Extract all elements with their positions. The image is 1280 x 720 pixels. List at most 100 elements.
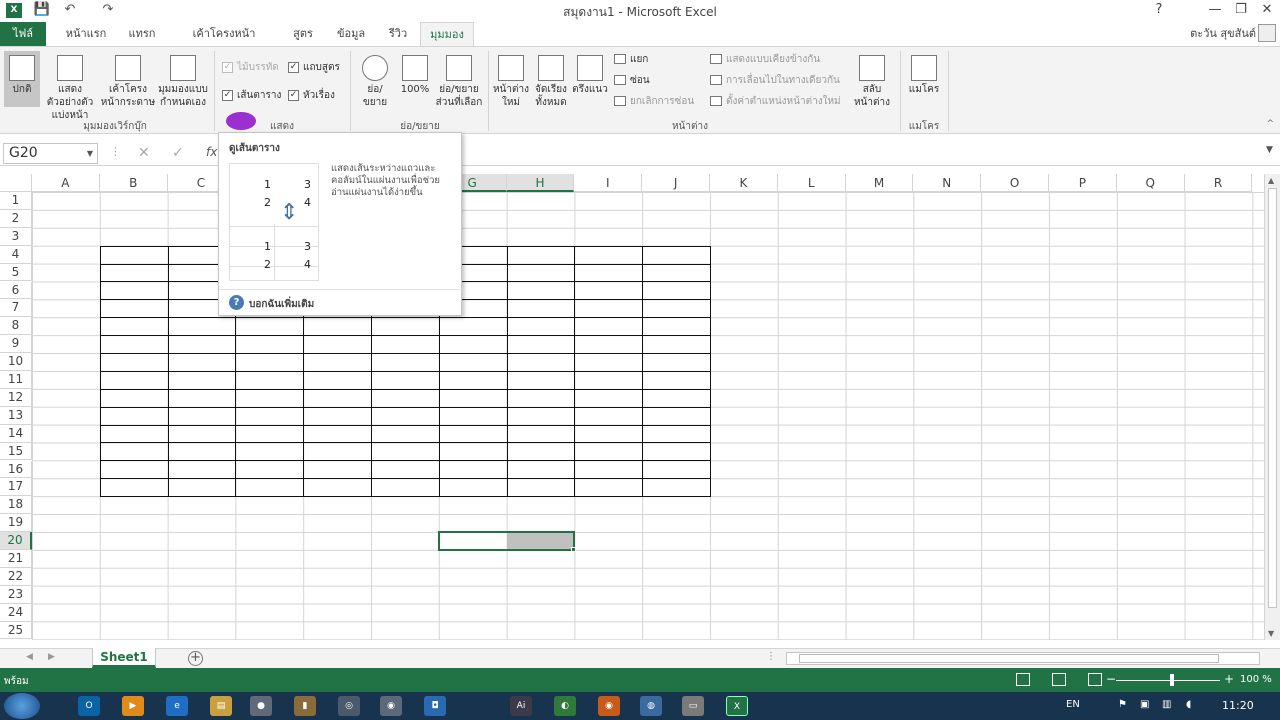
column-header[interactable]: M — [845, 174, 914, 192]
table-cell[interactable] — [642, 388, 711, 408]
row-header[interactable]: 1 — [0, 192, 32, 210]
table-cell[interactable] — [235, 317, 305, 337]
table-cell[interactable] — [506, 317, 576, 337]
page-break-preview-button[interactable]: แสดงตัวอย่างตัวแบ่งหน้า — [42, 51, 98, 122]
add-sheet-icon[interactable]: + — [188, 651, 203, 666]
table-cell[interactable] — [99, 281, 169, 301]
table-cell[interactable] — [642, 370, 711, 390]
table-cell[interactable] — [99, 406, 169, 426]
table-cell[interactable] — [574, 406, 644, 426]
table-cell[interactable] — [574, 388, 644, 408]
split-button[interactable]: แยก — [614, 53, 648, 67]
table-cell[interactable] — [370, 370, 440, 390]
table-cell[interactable] — [574, 370, 644, 390]
table-cell[interactable] — [370, 478, 440, 498]
table-cell[interactable] — [370, 442, 440, 462]
table-cell[interactable] — [438, 388, 508, 408]
tab-view[interactable]: มุมมอง — [420, 22, 474, 47]
table-cell[interactable] — [370, 388, 440, 408]
chrome-icon[interactable]: ● — [250, 696, 272, 716]
column-header[interactable]: Q — [1116, 174, 1185, 192]
table-cell[interactable] — [167, 335, 237, 355]
column-header[interactable]: P — [1049, 174, 1117, 192]
column-header[interactable]: B — [99, 174, 168, 192]
table-cell[interactable] — [574, 245, 644, 265]
app-icon[interactable]: ◍ — [640, 696, 662, 716]
table-cell[interactable] — [235, 460, 305, 480]
cancel-icon[interactable]: ✕ — [138, 145, 150, 161]
vertical-scrollbar[interactable]: ▲ ▼ — [1264, 174, 1280, 640]
table-cell[interactable] — [438, 353, 508, 372]
column-header[interactable]: A — [32, 174, 100, 192]
app-icon[interactable]: ◉ — [380, 696, 402, 716]
table-cell[interactable] — [438, 370, 508, 390]
table-cell[interactable] — [99, 388, 169, 408]
row-header[interactable]: 3 — [0, 227, 32, 246]
table-cell[interactable] — [370, 460, 440, 480]
tab-file[interactable]: ไฟล์ — [0, 22, 46, 46]
table-cell[interactable] — [303, 335, 372, 355]
table-cell[interactable] — [506, 406, 576, 426]
table-cell[interactable] — [303, 460, 372, 480]
app-icon[interactable]: ◘ — [424, 696, 446, 716]
table-cell[interactable] — [370, 406, 440, 426]
volume-icon[interactable]: ◖ — [1186, 699, 1191, 710]
row-header[interactable]: 5 — [0, 263, 32, 282]
zoom-to-selection-button[interactable]: ย่อ/ขยายส่วนที่เลือก — [434, 51, 484, 109]
row-header[interactable]: 8 — [0, 317, 32, 336]
firefox-icon[interactable]: ◉ — [598, 696, 620, 716]
new-window-button[interactable]: หน้าต่างใหม่ — [492, 51, 530, 109]
row-header[interactable]: 19 — [0, 514, 32, 533]
illustrator-icon[interactable]: Ai — [510, 696, 532, 716]
table-cell[interactable] — [506, 370, 576, 390]
zoom-level[interactable]: 100 % — [1240, 674, 1272, 685]
table-cell[interactable] — [167, 478, 237, 498]
zoom-100-button[interactable]: 100% — [396, 51, 434, 96]
row-header[interactable]: 7 — [0, 299, 32, 318]
table-cell[interactable] — [574, 335, 644, 355]
table-cell[interactable] — [642, 442, 711, 462]
table-cell[interactable] — [235, 353, 305, 372]
help-icon[interactable]: ? — [229, 295, 244, 310]
language-indicator[interactable]: EN — [1066, 699, 1080, 710]
table-cell[interactable] — [99, 353, 169, 372]
column-header[interactable]: K — [710, 174, 778, 192]
table-cell[interactable] — [438, 424, 508, 444]
enter-icon[interactable]: ✓ — [172, 145, 184, 161]
table-cell[interactable] — [303, 442, 372, 462]
horizontal-scroll-thumb[interactable] — [799, 654, 1219, 663]
formula-options-icon[interactable]: ⋮ — [110, 145, 121, 158]
table-cell[interactable] — [574, 442, 644, 462]
macros-button[interactable]: แมโคร — [906, 51, 942, 96]
table-cell[interactable] — [167, 406, 237, 426]
avatar[interactable] — [1258, 24, 1276, 42]
table-cell[interactable] — [303, 406, 372, 426]
table-cell[interactable] — [574, 281, 644, 301]
table-cell[interactable] — [167, 353, 237, 372]
hide-button[interactable]: ซ่อน — [614, 74, 650, 88]
table-cell[interactable] — [574, 478, 644, 498]
table-cell[interactable] — [642, 263, 711, 283]
table-cell[interactable] — [642, 353, 711, 372]
row-header[interactable]: 12 — [0, 388, 32, 407]
table-cell[interactable] — [574, 424, 644, 444]
table-cell[interactable] — [506, 442, 576, 462]
page-layout-icon[interactable] — [1052, 673, 1066, 686]
column-header[interactable]: H — [506, 174, 575, 192]
row-header[interactable]: 14 — [0, 424, 32, 443]
table-cell[interactable] — [506, 388, 576, 408]
table-cell[interactable] — [235, 442, 305, 462]
table-cell[interactable] — [574, 263, 644, 283]
app-icon[interactable]: ▭ — [682, 696, 704, 716]
chevron-down-icon[interactable]: ▼ — [87, 144, 93, 163]
table-cell[interactable] — [506, 478, 576, 498]
table-cell[interactable] — [642, 460, 711, 480]
table-cell[interactable] — [642, 424, 711, 444]
view-side-by-side-button[interactable]: แสดงแบบเคียงข้างกัน — [710, 53, 820, 67]
sync-scroll-button[interactable]: การเลื่อนไปในทางเดียวกัน — [710, 74, 840, 88]
table-cell[interactable] — [235, 424, 305, 444]
table-cell[interactable] — [303, 388, 372, 408]
prev-sheet-icon[interactable]: ◀ — [26, 652, 33, 662]
table-cell[interactable] — [303, 353, 372, 372]
media-player-icon[interactable]: ▶ — [122, 696, 144, 716]
